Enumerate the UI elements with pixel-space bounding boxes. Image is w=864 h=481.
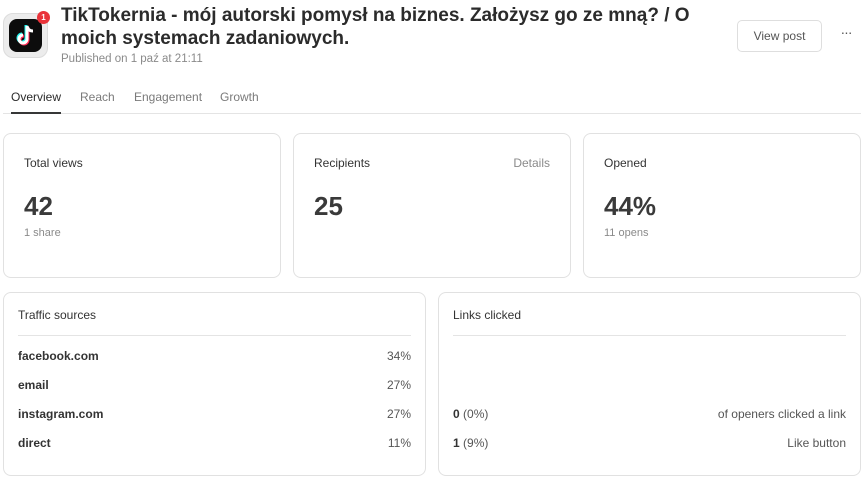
link-count-value: 0 [453,407,460,421]
traffic-source: direct [18,436,51,450]
list-item: 1 (9%) Like button [453,433,846,453]
list-item: email 27% [18,375,411,395]
stat-label: Recipients [314,156,371,170]
list-item: facebook.com 34% [18,346,411,366]
link-label: Like button [787,436,846,450]
list-item: instagram.com 27% [18,404,411,424]
traffic-source: email [18,378,49,392]
post-header: 1 TikTokernia - mój autorski pomysł na b… [0,0,864,80]
notification-badge: 1 [37,11,50,24]
stat-label: Opened [604,156,647,170]
traffic-percent: 34% [386,349,411,363]
panel-title: Traffic sources [18,308,97,322]
total-views-card: Total views 42 1 share [3,133,281,278]
view-post-button[interactable]: View post [737,20,822,52]
link-count: 1 (9%) [453,436,488,450]
traffic-source: facebook.com [18,349,99,363]
stat-value: 44% [604,191,657,221]
recipients-card: Recipients Details 25 [293,133,571,278]
tab-overview[interactable]: Overview [11,90,62,114]
stat-subtext: 11 opens [604,227,649,239]
stat-value: 25 [314,191,343,221]
traffic-source: instagram.com [18,407,104,421]
stat-value: 42 [24,191,53,221]
published-date: Published on 1 paź at 21:11 [61,53,203,65]
list-item: 0 (0%) of openers clicked a link [453,404,846,424]
traffic-percent: 27% [386,407,411,421]
more-options-icon[interactable]: ··· [836,24,856,46]
post-thumbnail: 1 [3,11,50,58]
stat-subtext: 1 share [24,227,61,239]
opened-card: Opened 44% 11 opens [583,133,861,278]
link-count-percent: (9%) [459,436,489,450]
links-clicked-panel: Links clicked 0 (0%) of openers clicked … [438,292,861,476]
traffic-sources-panel: Traffic sources facebook.com 34% email 2… [3,292,426,476]
details-link[interactable]: Details [513,156,550,170]
link-count-value: 1 [453,436,460,450]
link-label: of openers clicked a link [717,407,846,421]
divider [453,335,846,336]
tab-growth[interactable]: Growth [220,90,259,114]
link-count: 0 (0%) [453,407,488,421]
post-title: TikTokernia - mój autorski pomysł na biz… [61,5,690,49]
divider [18,335,411,336]
panel-title: Links clicked [453,308,522,322]
stat-label: Total views [24,156,83,170]
traffic-percent: 27% [386,378,411,392]
tab-bar: Overview Reach Engagement Growth [3,86,861,114]
tiktok-icon [9,19,42,52]
link-count-percent: (0%) [459,407,489,421]
list-item: direct 11% [18,433,411,453]
traffic-percent: 11% [387,436,411,450]
tab-reach[interactable]: Reach [80,90,115,114]
tab-engagement[interactable]: Engagement [134,90,202,114]
